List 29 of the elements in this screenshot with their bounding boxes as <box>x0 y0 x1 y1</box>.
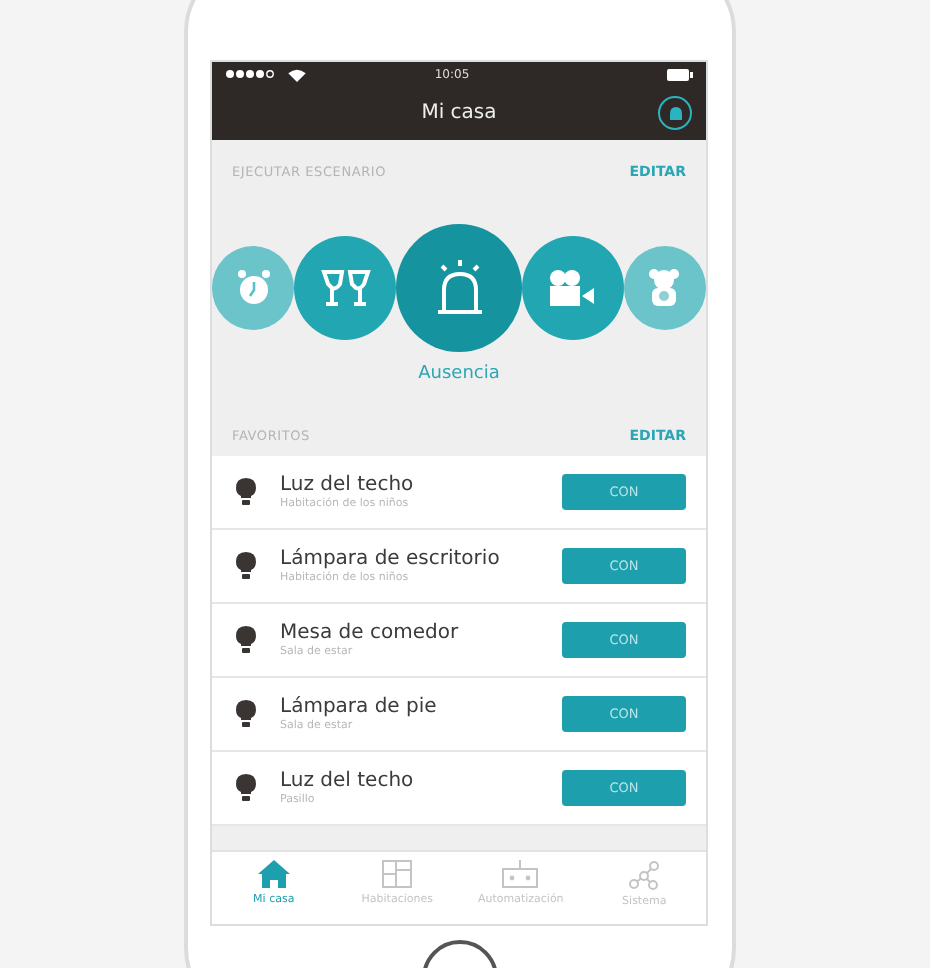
light-bulb-icon <box>236 552 256 580</box>
device-name: Lámpara de pie <box>280 696 439 718</box>
scene-button[interactable] <box>521 236 624 340</box>
scene-button[interactable] <box>623 246 707 330</box>
wifi-icon <box>288 67 306 81</box>
alarm-clock-icon <box>235 268 272 308</box>
floor-plan-icon <box>382 860 413 888</box>
active-scene-label: Ausencia <box>416 364 502 384</box>
robot-icon <box>500 860 541 888</box>
light-bulb-icon <box>236 700 256 728</box>
notification-button[interactable] <box>658 96 692 130</box>
device-name: Luz del techo <box>280 770 416 792</box>
video-camera-icon <box>546 268 599 308</box>
teddy-bear-icon <box>648 268 681 308</box>
light-bulb-icon <box>236 626 256 654</box>
header-title: Mi casa <box>421 102 497 124</box>
wine-glasses-icon <box>319 266 372 310</box>
device-name: Lámpara de escritorio <box>280 548 502 570</box>
device-name: Luz del techo <box>280 474 416 496</box>
scene-button[interactable] <box>294 236 397 340</box>
signal-icon <box>224 68 276 80</box>
battery-icon <box>666 67 694 81</box>
device-name: Mesa de comedor <box>280 622 461 644</box>
house-icon <box>257 860 290 888</box>
scene-button[interactable] <box>212 246 295 330</box>
bell-icon <box>665 103 685 123</box>
light-bulb-icon <box>236 774 256 802</box>
light-bulb-icon <box>236 478 256 506</box>
network-icon <box>628 860 661 890</box>
